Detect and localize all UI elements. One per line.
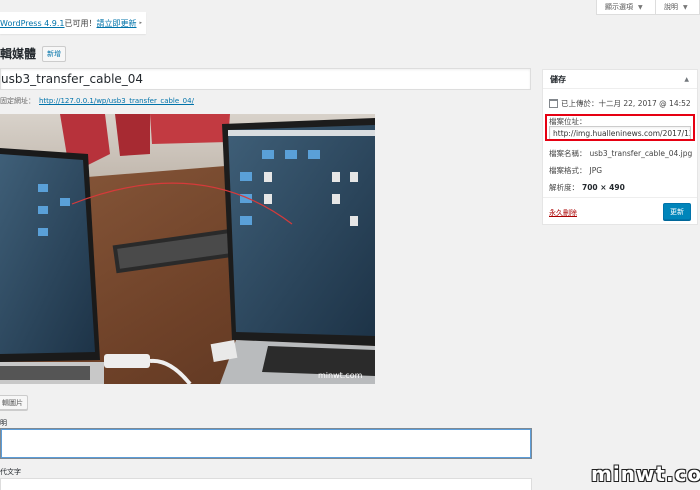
caret-down-icon: ▼ xyxy=(683,3,688,11)
version-link[interactable]: WordPress 4.9.1 xyxy=(0,19,65,28)
file-type-value: JPG xyxy=(589,166,603,175)
update-button[interactable]: 更新 xyxy=(663,203,691,220)
collapse-toggle-icon[interactable]: ▲ xyxy=(684,76,689,83)
caption-textarea[interactable] xyxy=(0,428,532,459)
caption-label: 明 xyxy=(0,419,7,427)
edit-image-button[interactable]: 輯圖片 xyxy=(0,395,28,410)
page-title: 輯媒體 新增 xyxy=(0,45,67,62)
help-button[interactable]: 說明 ▼ xyxy=(655,0,700,15)
update-notice: WordPress 4.9.1 已可用！ 請立即更新 ▸ xyxy=(0,12,146,34)
add-new-button[interactable]: 新增 xyxy=(42,45,67,62)
metabox-divider xyxy=(543,197,697,198)
alt-text-label: 代文字 xyxy=(0,468,21,476)
help-label: 說明 xyxy=(664,3,678,11)
available-text: 已可用！ xyxy=(64,18,97,28)
caret-down-icon: ▼ xyxy=(638,3,643,11)
save-metabox-header[interactable]: 儲存 ▲ xyxy=(543,70,697,89)
dimensions-value: 700 × 490 xyxy=(582,183,625,192)
alt-text-input[interactable] xyxy=(0,478,532,490)
permalink-label: 固定網址： xyxy=(0,97,35,105)
save-metabox-title: 儲存 xyxy=(550,74,566,84)
update-now-link[interactable]: 請立即更新 xyxy=(97,18,137,29)
delete-permanently-link[interactable]: 永久刪除 xyxy=(549,208,577,218)
permalink-link[interactable]: http://127.0.0.1/wp/usb3_transfer_cable_… xyxy=(39,97,194,105)
screen-options-label: 顯示選項 xyxy=(605,3,633,11)
uploaded-label: 已上傳於： xyxy=(561,99,599,108)
uploaded-value: 十二月 22, 2017 @ 14:52 xyxy=(598,99,691,108)
file-type-label: 檔案格式： xyxy=(549,166,587,175)
dimensions-label: 解析度： xyxy=(549,183,579,192)
file-name-label: 檔案名稱： xyxy=(549,149,587,158)
uploaded-on: 已上傳於： 十二月 22, 2017 @ 14:52 xyxy=(549,98,691,109)
dimensions: 解析度： 700 × 490 xyxy=(549,182,625,193)
dismiss-icon[interactable]: ▸ xyxy=(140,20,143,26)
file-name-value: usb3_transfer_cable_04.jpg xyxy=(589,149,693,158)
site-watermark: minwt.com xyxy=(591,462,700,486)
media-title-input[interactable]: usb3_transfer_cable_04 xyxy=(0,68,531,90)
media-image: minwt.com xyxy=(0,114,375,384)
photo-watermark: minwt.com xyxy=(318,371,363,380)
file-type: 檔案格式： JPG xyxy=(549,165,602,176)
screen-options-button[interactable]: 顯示選項 ▼ xyxy=(596,0,660,15)
calendar-icon xyxy=(549,99,558,108)
permalink: 固定網址： http://127.0.0.1/wp/usb3_transfer_c… xyxy=(0,96,194,106)
file-name: 檔案名稱： usb3_transfer_cable_04.jpg xyxy=(549,148,692,159)
save-metabox: 儲存 ▲ 已上傳於： 十二月 22, 2017 @ 14:52 檔案位址： ht… xyxy=(542,69,698,225)
highlight-annotation xyxy=(545,114,695,141)
page-title-text: 輯媒體 xyxy=(0,47,37,61)
